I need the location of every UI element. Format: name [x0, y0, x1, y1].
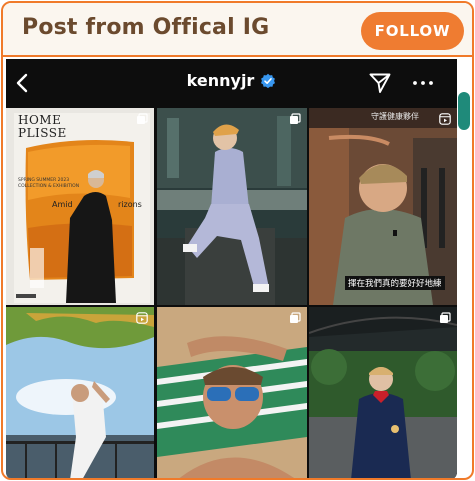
post-thumbnail-4[interactable]	[6, 307, 154, 478]
reel-icon	[439, 113, 451, 125]
verified-badge-icon	[261, 73, 276, 88]
post-photo-beach-selfie	[156, 307, 307, 478]
post-thumbnail-6[interactable]	[309, 307, 457, 478]
multiple-icon	[137, 113, 148, 124]
reel-subtitle: 揮在我們真的要好好地練	[345, 276, 445, 290]
post-photo-seaside-reel	[6, 307, 154, 478]
card-header: Post from Offical IG FOLLOW	[3, 3, 472, 57]
multiple-icon	[289, 113, 301, 124]
post-grid: HOME PLISSE SPRING SUMMER 2023 COLLECTIO…	[6, 108, 457, 478]
reel-icon	[136, 312, 148, 324]
more-icon[interactable]	[411, 71, 435, 95]
instagram-profile-embed: kennyjr HOME PLISSE SPRING SUMMER 2023 C…	[6, 59, 457, 478]
scrollbar-handle[interactable]	[458, 92, 470, 130]
post-thumbnail-2[interactable]	[156, 108, 307, 305]
poster-brand-line2: PLISSE	[18, 126, 67, 140]
poster-text-left: Amid	[52, 200, 73, 209]
ig-post-card: Post from Offical IG FOLLOW kennyjr HOME…	[1, 1, 474, 480]
poster-caption: SPRING SUMMER 2023 COLLECTION & EXHIBITI…	[18, 178, 79, 190]
post-photo-navy-jacket	[309, 307, 457, 478]
post-thumbnail-1[interactable]: HOME PLISSE SPRING SUMMER 2023 COLLECTIO…	[6, 108, 154, 305]
username[interactable]: kennyjr	[187, 71, 255, 90]
poster-text-right: rizons	[118, 200, 142, 209]
send-icon[interactable]	[368, 71, 392, 95]
multiple-icon	[440, 312, 451, 323]
reel-sign-text: 守護健康夥伴	[371, 112, 419, 121]
card-title: Post from Offical IG	[22, 15, 270, 40]
multiple-icon	[289, 312, 301, 323]
poster-brand-text: HOME PLISSE	[18, 114, 67, 140]
post-photo-seated-man	[156, 108, 307, 305]
follow-button[interactable]: FOLLOW	[361, 12, 464, 50]
instagram-top-bar: kennyjr	[6, 59, 457, 107]
poster-caption-line2: COLLECTION & EXHIBITION	[18, 184, 80, 189]
post-thumbnail-3[interactable]: 守護健康夥伴 揮在我們真的要好好地練	[309, 108, 457, 305]
post-thumbnail-5[interactable]	[156, 307, 307, 478]
